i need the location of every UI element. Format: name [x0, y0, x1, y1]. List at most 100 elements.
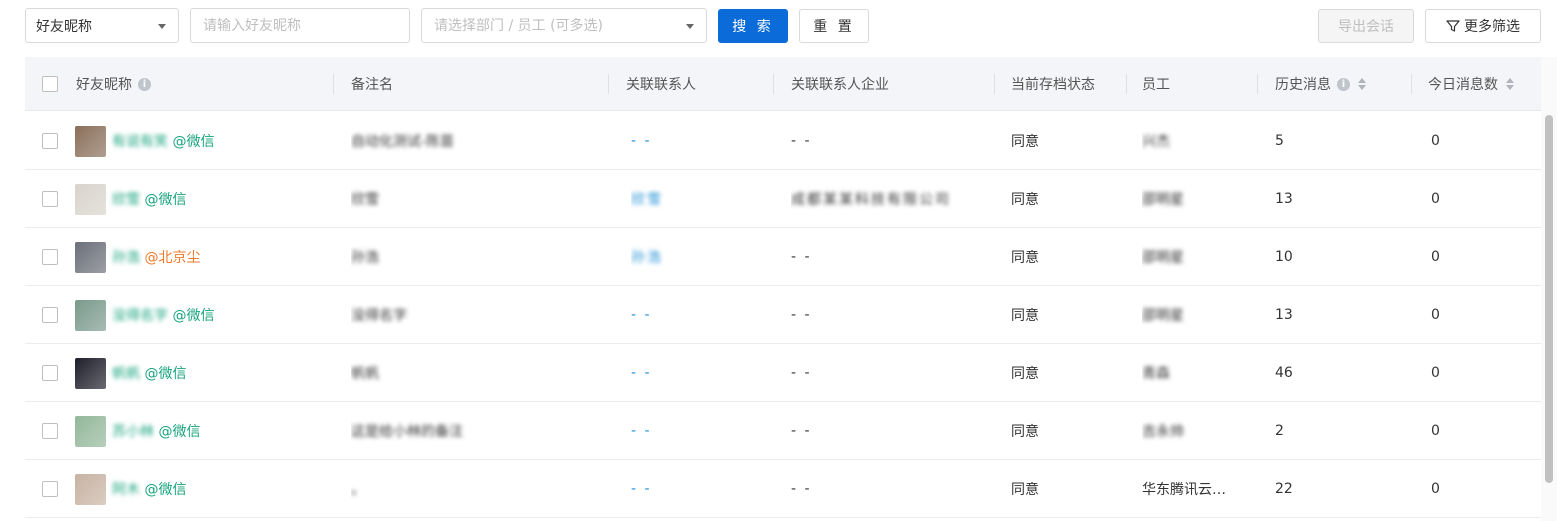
nickname-filter-select-value: 好友昵称: [36, 18, 92, 35]
table-header: 好友昵称 i 备注名 关联联系人 关联联系人企业 当前存档状态 员工 历史消息 …: [25, 57, 1541, 111]
nickname-cell: 有说有笑 @微信: [75, 112, 335, 170]
remark-text: 。: [351, 482, 365, 498]
nickname-text: 苏小林: [112, 424, 154, 440]
contact-link[interactable]: - -: [631, 423, 652, 439]
status-cell: 同意: [1011, 112, 1127, 170]
table-scrollbar[interactable]: [1541, 57, 1557, 521]
company-cell: - -: [791, 112, 995, 170]
row-checkbox[interactable]: [42, 133, 58, 149]
friend-nickname[interactable]: 阿木 @微信: [112, 479, 186, 499]
nickname-input[interactable]: [203, 17, 397, 34]
status-cell: 同意: [1011, 460, 1127, 518]
reset-button[interactable]: 重 置: [799, 9, 869, 43]
col-header-archive-status: 当前存档状态: [1011, 57, 1127, 111]
row-checkbox[interactable]: [42, 481, 58, 497]
sort-icon[interactable]: [1506, 78, 1514, 90]
employee-cell: 邵明星: [1142, 286, 1258, 344]
row-checkbox[interactable]: [42, 307, 58, 323]
chat-archive-page: 好友昵称 搜 索 重 置 导出会话 更多筛选 好友昵称 i: [0, 0, 1557, 521]
nickname-text: 欣雪: [112, 192, 140, 208]
source-tag: @微信: [144, 482, 187, 498]
employee-name: 吉永帅: [1142, 424, 1184, 440]
search-button[interactable]: 搜 索: [718, 9, 788, 43]
source-tag: @微信: [172, 308, 215, 324]
friend-nickname[interactable]: 苏小林 @微信: [112, 421, 200, 441]
row-checkbox[interactable]: [42, 191, 58, 207]
history-count: 5: [1275, 133, 1284, 149]
col-header-today[interactable]: 今日消息数: [1428, 57, 1538, 111]
remark-text: 欣雪: [351, 192, 379, 208]
more-filters-label: 更多筛选: [1464, 19, 1520, 35]
row-checkbox[interactable]: [42, 423, 58, 439]
info-icon[interactable]: i: [1337, 77, 1350, 91]
contact-link[interactable]: 孙浩: [631, 247, 663, 267]
info-icon[interactable]: i: [138, 77, 151, 91]
contact-link[interactable]: 欣雪: [631, 189, 663, 209]
avatar: [75, 241, 106, 273]
row-checkbox[interactable]: [42, 365, 58, 381]
department-employee-input[interactable]: [434, 17, 678, 34]
avatar: [75, 125, 106, 157]
source-tag: @微信: [172, 134, 215, 150]
export-chat-button[interactable]: 导出会话: [1318, 9, 1414, 43]
status-cell: 同意: [1011, 170, 1127, 228]
archive-status: 同意: [1011, 482, 1039, 498]
friend-nickname[interactable]: 有说有笑 @微信: [112, 131, 214, 151]
company-text: - -: [791, 365, 812, 381]
employee-cell: 华东腾讯云…: [1142, 460, 1258, 518]
company-cell: - -: [791, 228, 995, 286]
remark-text: 自动化测试-陈苗: [351, 134, 455, 150]
table-row[interactable]: 苏小林 @微信 这是给小林的备注 - - - - 同意 吉永帅 2 0: [25, 402, 1541, 460]
select-all-checkbox[interactable]: [42, 76, 58, 92]
contact-link[interactable]: - -: [631, 481, 652, 497]
friend-nickname[interactable]: 欣雪 @微信: [112, 189, 186, 209]
employee-name: 青森: [1142, 366, 1170, 382]
table-row[interactable]: 阿木 @微信 。 - - - - 同意 华东腾讯云… 22 0: [25, 460, 1541, 518]
contact-cell: - -: [631, 112, 779, 170]
department-employee-select[interactable]: [421, 8, 707, 43]
remark-cell: 孙浩: [351, 228, 609, 286]
select-all-cell: [42, 57, 62, 111]
chevron-down-icon: [158, 24, 166, 29]
scrollbar-thumb[interactable]: [1545, 115, 1553, 483]
col-header-nickname: 好友昵称 i: [76, 57, 334, 111]
remark-text: 这是给小林的备注: [351, 424, 463, 440]
table-row[interactable]: 有说有笑 @微信 自动化测试-陈苗 - - - - 同意 兴杰 5 0: [25, 112, 1541, 170]
table-row[interactable]: 没得名字 @微信 没得名字 - -- - 同意 邵明星 13 0: [25, 286, 1541, 344]
table-row[interactable]: 孙浩 @北京尘 孙浩 孙浩 - - 同意 邵明星 10 0: [25, 228, 1541, 286]
row-checkbox[interactable]: [42, 249, 58, 265]
history-cell: 2: [1275, 402, 1412, 460]
friend-nickname[interactable]: 没得名字 @微信: [112, 305, 214, 325]
friend-nickname[interactable]: 孙浩 @北京尘: [112, 247, 200, 267]
today-cell: 0: [1431, 112, 1531, 170]
history-count: 10: [1275, 249, 1293, 265]
table-row[interactable]: 帆帆 @微信 帆帆 - -- - 同意 青森 46 0: [25, 344, 1541, 402]
more-filters-button[interactable]: 更多筛选: [1425, 9, 1541, 43]
remark-cell: 没得名字: [351, 286, 609, 344]
friend-nickname[interactable]: 帆帆 @微信: [112, 363, 186, 383]
table-row[interactable]: 欣雪 @微信 欣雪 欣雪 成都某某科技有限公司 同意 邵明星 13 0: [25, 170, 1541, 228]
col-header-label: 关联联系人企业: [791, 77, 889, 93]
remark-cell: 。: [351, 460, 609, 518]
col-header-history[interactable]: 历史消息 i: [1275, 57, 1412, 111]
today-count: 0: [1431, 307, 1440, 323]
contact-link[interactable]: - -: [631, 307, 652, 323]
col-header-contact: 关联联系人: [626, 57, 774, 111]
contact-cell: 孙浩: [631, 228, 779, 286]
company-text: - -: [791, 307, 812, 323]
employee-name: 邵明星: [1142, 192, 1184, 208]
employee-cell: 邵明星: [1142, 228, 1258, 286]
today-cell: 0: [1431, 402, 1531, 460]
contact-link[interactable]: - -: [631, 365, 652, 381]
nickname-filter-select[interactable]: 好友昵称: [25, 8, 179, 43]
history-count: 46: [1275, 365, 1293, 381]
company-cell: 成都某某科技有限公司: [791, 170, 995, 228]
archive-status: 同意: [1011, 308, 1039, 324]
row-select-cell: [42, 402, 62, 460]
filter-funnel-icon: [1446, 20, 1460, 32]
sort-icon[interactable]: [1358, 78, 1366, 90]
company-cell: - -: [791, 344, 995, 402]
remark-cell: 这是给小林的备注: [351, 402, 609, 460]
row-select-cell: [42, 170, 62, 228]
contact-link[interactable]: - -: [631, 133, 652, 149]
